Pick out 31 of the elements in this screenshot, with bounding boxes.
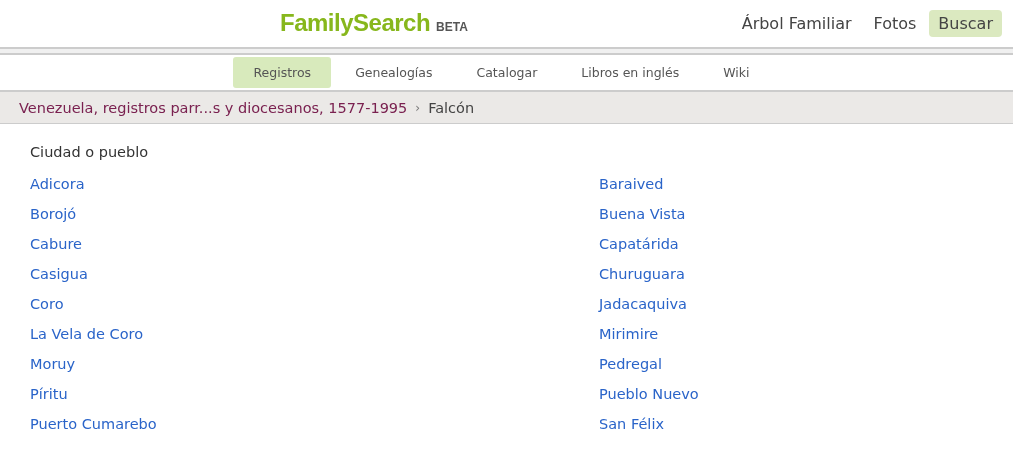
place-link[interactable]: Cabure [30, 235, 82, 265]
tab[interactable]: Genealogías [335, 57, 453, 88]
tab[interactable]: Catalogar [456, 57, 558, 88]
place-link[interactable]: Moruy [30, 355, 76, 385]
place-link[interactable]: Churuguara [599, 265, 685, 295]
breadcrumb-separator: › [415, 100, 421, 115]
place-link[interactable]: Buena Vista [599, 205, 686, 235]
breadcrumb-current: Falcón [428, 99, 475, 116]
breadcrumb-link[interactable]: Venezuela, registros parr...s y diocesanos, 1577-1995 [19, 99, 408, 116]
place-link[interactable]: Borojó [30, 205, 77, 235]
place-link[interactable]: Baraived [599, 175, 664, 205]
place-link[interactable]: Pueblo Nuevo [599, 385, 699, 415]
place-link[interactable]: Jadacaquiva [599, 295, 687, 325]
place-link[interactable]: Puerto Cumarebo [30, 415, 157, 445]
nav-link[interactable]: Fotos [864, 10, 926, 37]
place-link[interactable]: Adicora [30, 175, 85, 205]
tab[interactable]: Libros en inglés [561, 57, 700, 88]
place-link[interactable]: Casigua [30, 265, 88, 295]
place-link[interactable]: Mirimire [599, 325, 659, 355]
tab[interactable]: Registros [233, 57, 332, 88]
nav-link[interactable]: Árbol Familiar [732, 10, 861, 37]
section-title: Ciudad o pueblo [30, 144, 150, 162]
place-link[interactable]: La Vela de Coro [30, 325, 144, 355]
place-link[interactable]: Pedregal [599, 355, 663, 385]
place-link[interactable]: Coro [30, 295, 64, 325]
place-link[interactable]: San Félix [599, 415, 664, 445]
tab[interactable]: Wiki [703, 57, 770, 88]
nav-link[interactable]: Buscar [929, 10, 1002, 37]
place-link[interactable]: Capatárida [599, 235, 679, 265]
place-link[interactable]: Píritu [30, 385, 68, 415]
beta-label: BETA [436, 20, 468, 34]
